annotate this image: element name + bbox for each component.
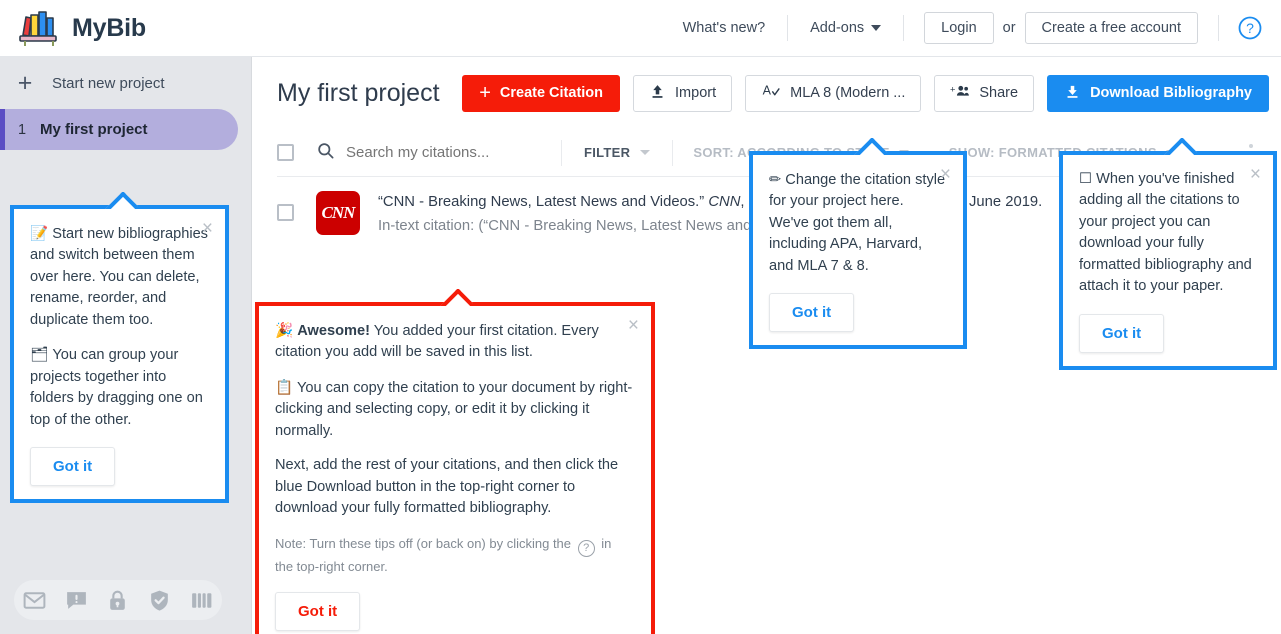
main-toolbar-row: My first project + Create Citation Impor… xyxy=(253,57,1281,129)
lock-icon[interactable] xyxy=(105,588,130,613)
tooltip-citation: × 🎉 Awesome! You added your first citati… xyxy=(255,302,655,634)
select-all-checkbox[interactable] xyxy=(277,144,294,161)
pencil-icon: ✏ xyxy=(769,171,782,188)
tooltip-sidebar-p1: 📝 Start new bibliographies and switch be… xyxy=(30,225,208,328)
style-a-check-icon: A xyxy=(761,81,781,105)
brand-name: MyBib xyxy=(72,13,147,42)
bookshelf-logo-icon xyxy=(16,9,62,47)
create-citation-button[interactable]: + Create Citation xyxy=(462,74,621,112)
import-button[interactable]: Import xyxy=(633,74,733,112)
create-citation-label: Create Citation xyxy=(499,85,604,101)
tooltip-sidebar-p2: 🗂 You can group your projects together i… xyxy=(30,346,203,428)
source-logo: CNN xyxy=(316,191,360,235)
citation-text-pre: “CNN - Breaking News, Latest News and Vi… xyxy=(378,194,709,210)
toolbar: + Create Citation Import A MLA 8 (Modern… xyxy=(462,74,1269,112)
project-name: My first project xyxy=(40,121,148,138)
share-label: Share xyxy=(979,85,1019,101)
tooltip-sidebar-got-it-button[interactable]: Got it xyxy=(30,446,116,486)
memo-icon: 📝 xyxy=(30,225,49,242)
tooltip-citation-p1: 🎉 Awesome! You added your first citation… xyxy=(275,322,599,361)
tooltip-citation-bold: Awesome! xyxy=(297,323,370,339)
header-right-group: What's new? Add-ons Login or Create a fr… xyxy=(661,0,1281,56)
tooltip-style-got-it-button[interactable]: Got it xyxy=(769,293,855,333)
sidebar-item-my-first-project[interactable]: 1 My first project xyxy=(0,109,238,150)
app-header: MyBib What's new? Add-ons Login or Creat… xyxy=(0,0,1281,57)
tooltip-download-got-it-button[interactable]: Got it xyxy=(1079,313,1165,353)
tooltip-citation-p2: 📋 You can copy the citation to your docu… xyxy=(275,378,633,439)
checkbox-icon: ☐ xyxy=(1079,171,1093,187)
feedback-icon[interactable] xyxy=(64,588,89,613)
tooltip-style-p1: ✏ Change the citation style for your pro… xyxy=(769,171,946,274)
clipboard-icon: 📋 xyxy=(275,378,294,396)
help-button[interactable]: ? xyxy=(1219,15,1281,41)
svg-text:+: + xyxy=(950,85,955,95)
plus-icon: + xyxy=(479,82,491,104)
citation-checkbox[interactable] xyxy=(277,204,294,221)
start-new-project-label: Start new project xyxy=(52,74,165,92)
filter-dropdown[interactable]: FILTER xyxy=(562,145,672,160)
close-icon[interactable]: × xyxy=(202,219,213,238)
help-circle-icon: ? xyxy=(1238,16,1262,40)
plus-icon: + xyxy=(17,68,33,97)
import-label: Import xyxy=(675,85,717,101)
tooltip-citation-style: × ✏ Change the citation style for your p… xyxy=(749,151,967,350)
addons-label: Add-ons xyxy=(810,20,865,36)
tooltip-arrow xyxy=(439,289,473,306)
download-bibliography-label: Download Bibliography xyxy=(1090,85,1252,101)
or-label: or xyxy=(1002,20,1016,36)
close-icon[interactable]: × xyxy=(1250,165,1261,184)
tooltip-download: × ☐ When you've finished adding all the … xyxy=(1059,151,1277,370)
close-icon[interactable]: × xyxy=(940,165,951,184)
auth-buttons: Login or Create a free account xyxy=(904,12,1218,44)
upload-icon xyxy=(649,83,666,104)
tooltip-arrow xyxy=(1163,138,1197,155)
close-icon[interactable]: × xyxy=(628,316,639,335)
shield-check-icon[interactable] xyxy=(147,588,172,613)
project-number: 1 xyxy=(17,121,27,138)
download-bibliography-button[interactable]: Download Bibliography xyxy=(1047,74,1269,112)
tooltip-sidebar: × 📝 Start new bibliographies and switch … xyxy=(10,205,229,503)
chevron-down-icon xyxy=(871,25,882,31)
tooltip-download-p1: ☐ When you've finished adding all the ci… xyxy=(1079,171,1252,295)
search-input[interactable] xyxy=(346,144,561,161)
citation-style-label: MLA 8 (Modern ... xyxy=(790,85,906,101)
start-new-project-button[interactable]: + Start new project xyxy=(0,57,251,109)
svg-text:A: A xyxy=(763,83,772,97)
download-icon xyxy=(1064,83,1081,104)
addons-menu[interactable]: Add-ons xyxy=(788,20,903,36)
citation-source-italic: CNN xyxy=(708,194,741,210)
tooltip-citation-got-it-button[interactable]: Got it xyxy=(275,592,361,631)
citation-style-button[interactable]: A MLA 8 (Modern ... xyxy=(745,74,922,112)
folder-icon: 🗂 xyxy=(30,346,49,364)
bookshelf-icon[interactable] xyxy=(189,588,214,613)
whats-new-link[interactable]: What's new? xyxy=(661,20,788,36)
page-title: My first project xyxy=(277,78,440,107)
svg-text:?: ? xyxy=(1246,20,1254,36)
party-popper-icon: 🎉 xyxy=(275,322,294,339)
tooltip-citation-note: Note: Turn these tips off (or back on) b… xyxy=(275,535,612,574)
filter-label: FILTER xyxy=(584,145,631,160)
tooltip-arrow xyxy=(104,192,138,209)
sidebar-footer-icons xyxy=(14,580,222,620)
help-circle-icon: ? xyxy=(577,539,595,557)
brand-logo-group[interactable]: MyBib xyxy=(16,9,146,47)
tooltip-arrow xyxy=(853,138,887,155)
search-icon xyxy=(316,141,335,165)
login-button[interactable]: Login xyxy=(924,12,994,44)
chevron-down-icon xyxy=(640,150,651,155)
add-people-icon: + xyxy=(950,83,970,103)
share-button[interactable]: + Share xyxy=(934,74,1035,112)
search-box[interactable] xyxy=(316,141,561,165)
tooltip-citation-p3: Next, add the rest of your citations, an… xyxy=(275,457,619,517)
mail-icon[interactable] xyxy=(22,588,47,613)
create-account-button[interactable]: Create a free account xyxy=(1024,12,1198,44)
